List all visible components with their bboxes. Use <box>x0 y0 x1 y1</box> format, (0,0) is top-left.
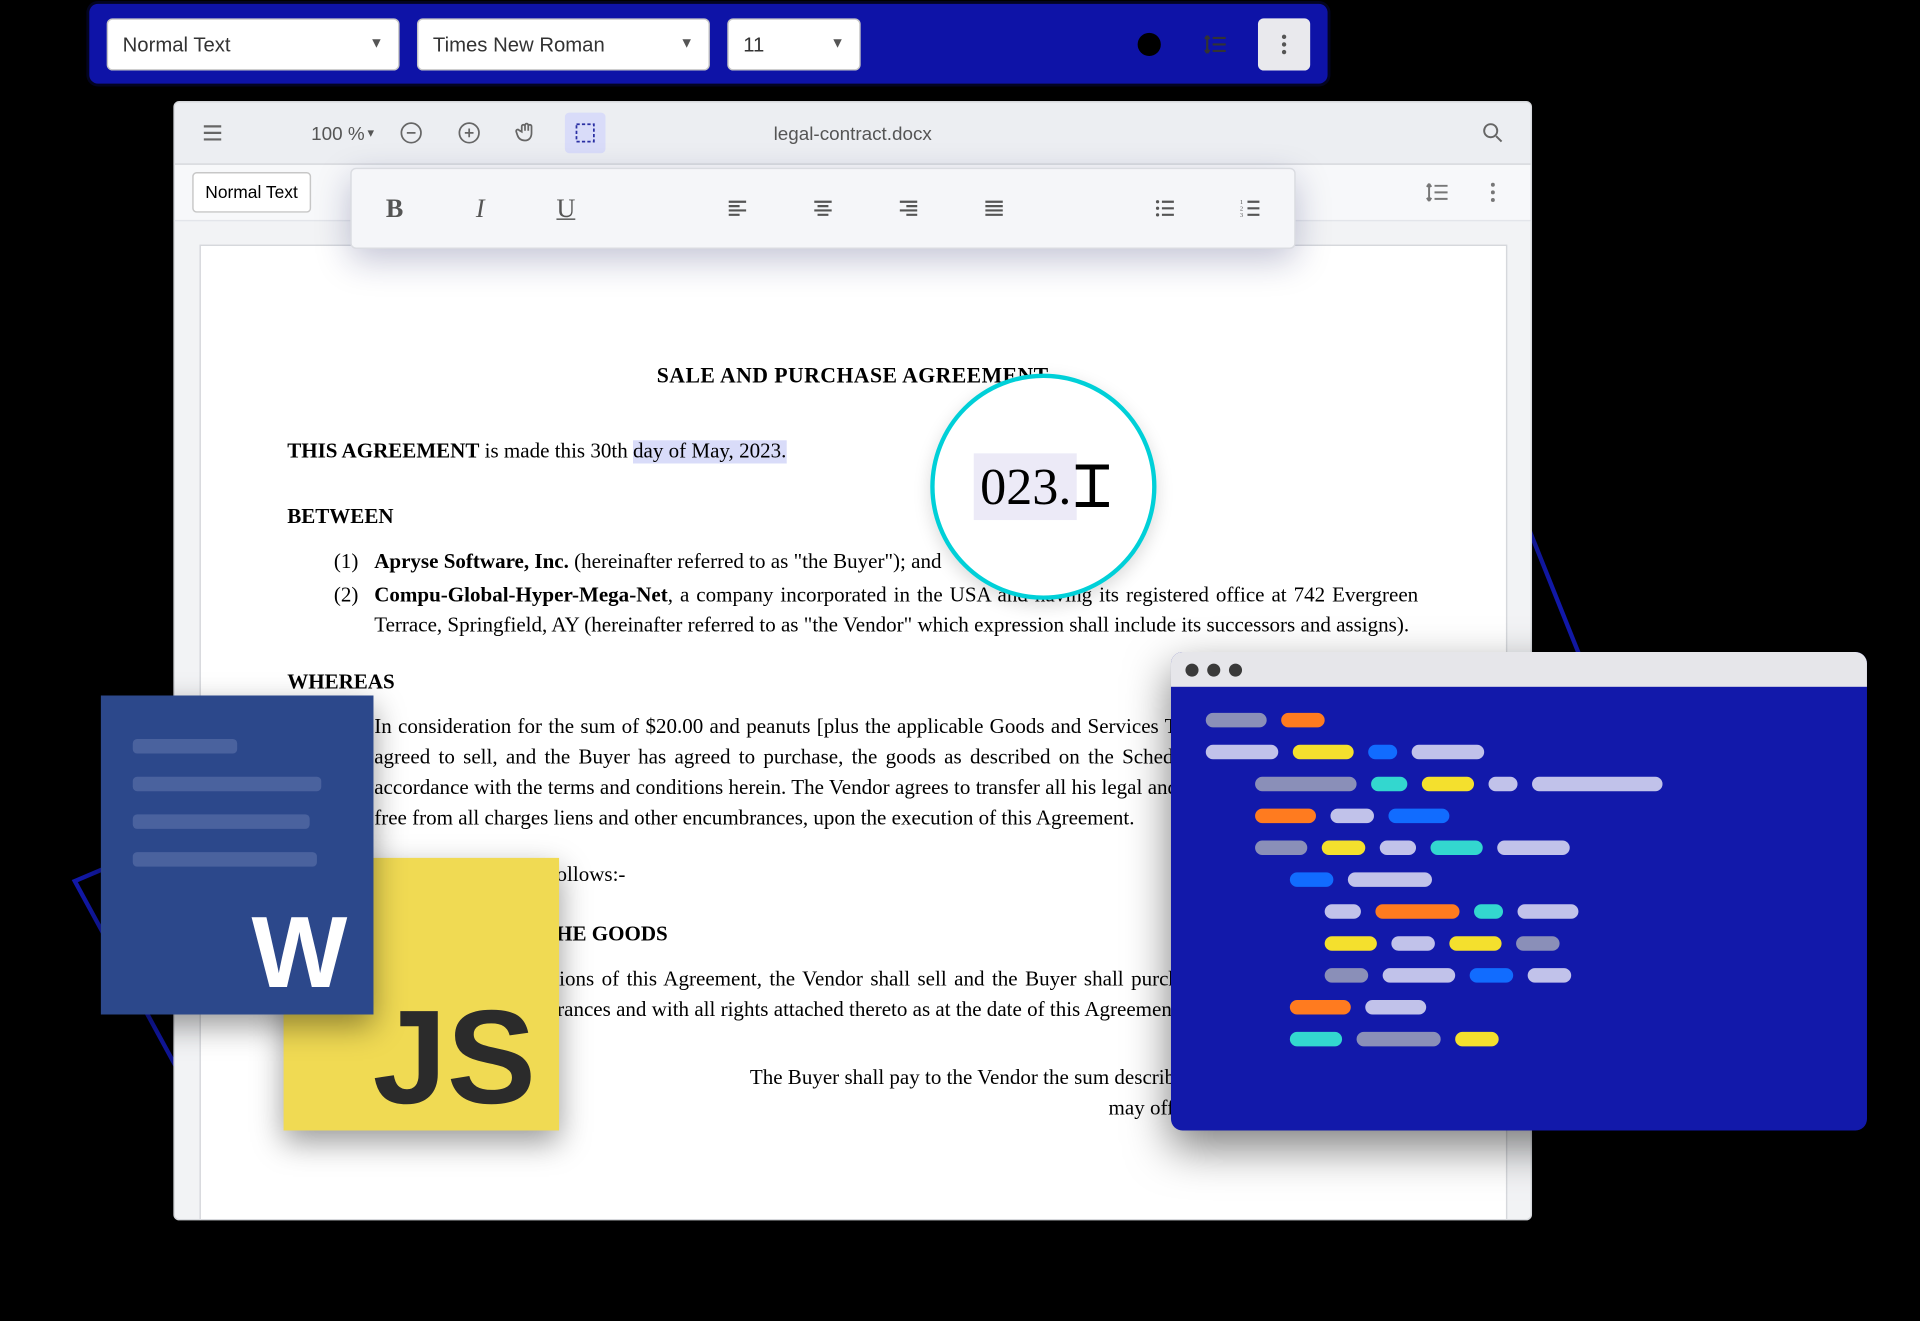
align-right-icon <box>895 195 921 221</box>
party2-name: Compu-Global-Hyper-Mega-Net <box>374 583 668 606</box>
zoom-out-button[interactable] <box>391 112 432 153</box>
zoom-value: 100 % <box>311 122 364 144</box>
parties-list: Apryse Software, Inc. (hereinafter refer… <box>287 547 1418 641</box>
align-right-button[interactable] <box>887 186 931 230</box>
text-magnifier: 023.Ꮖ <box>930 373 1156 599</box>
code-line <box>1206 904 1832 919</box>
code-editor-window <box>1171 652 1867 1131</box>
text-color-button[interactable] <box>1125 19 1174 68</box>
kebab-icon <box>1271 30 1297 56</box>
party1-desc: (hereinafter referred to as "the Buyer")… <box>569 550 942 573</box>
document-filename: legal-contract.docx <box>774 122 932 144</box>
menu-button[interactable] <box>192 112 233 153</box>
code-line <box>1206 872 1832 887</box>
plus-circle-icon <box>457 119 483 145</box>
code-line <box>1206 776 1832 791</box>
search-button[interactable] <box>1473 112 1514 153</box>
word-document-badge: W <box>101 695 374 1014</box>
code-line <box>1206 840 1832 855</box>
code-line <box>1206 936 1832 951</box>
text-cursor-icon: Ꮖ <box>1074 452 1112 520</box>
intro-text: is made this 30th <box>479 439 633 462</box>
hamburger-icon <box>199 119 225 145</box>
intro-paragraph: THIS AGREEMENT is made this 30th day of … <box>287 437 1418 467</box>
line-spacing-button[interactable] <box>1191 19 1240 68</box>
badge-line <box>133 852 317 867</box>
bullet-list-icon <box>1152 195 1178 221</box>
code-line <box>1206 808 1832 823</box>
code-line <box>1206 968 1832 983</box>
code-window-titlebar <box>1171 652 1867 687</box>
kebab-icon <box>1480 179 1506 205</box>
list-item: Apryse Software, Inc. (hereinafter refer… <box>374 547 1418 577</box>
chevron-down-icon: ▼ <box>680 35 694 51</box>
align-center-button[interactable] <box>801 186 845 230</box>
more-button-2[interactable] <box>1473 172 1514 213</box>
selected-text[interactable]: day of May, 2023. <box>633 439 786 462</box>
hand-icon <box>515 119 541 145</box>
line-spacing-icon <box>1425 179 1451 205</box>
chevron-down-icon: ▼ <box>830 35 844 51</box>
align-justify-button[interactable] <box>972 186 1016 230</box>
floating-format-toolbar: B I U 123 <box>350 167 1295 248</box>
align-center-icon <box>810 195 836 221</box>
between-heading: BETWEEN <box>287 502 1418 532</box>
underline-button[interactable]: U <box>544 186 588 230</box>
code-line <box>1206 1031 1832 1046</box>
numbered-list-icon: 123 <box>1238 195 1264 221</box>
marquee-select-button[interactable] <box>565 112 606 153</box>
magnified-text: 023. <box>974 453 1077 520</box>
js-letters: JS <box>373 991 536 1124</box>
align-left-icon <box>724 195 750 221</box>
italic-button[interactable]: I <box>458 186 502 230</box>
font-family-label: Times New Roman <box>433 32 605 55</box>
window-control-dot <box>1229 662 1242 675</box>
code-line <box>1206 712 1832 727</box>
code-body <box>1171 686 1867 1089</box>
document-title: SALE AND PURCHASE AGREEMENT <box>287 362 1418 394</box>
zoom-level-display[interactable]: 100 % ▾ <box>311 122 374 144</box>
font-size-select[interactable]: 11 ▼ <box>727 17 860 69</box>
svg-text:2: 2 <box>1240 205 1243 212</box>
chevron-down-icon: ▼ <box>369 35 383 51</box>
list-item: Compu-Global-Hyper-Mega-Net, a company i… <box>374 580 1418 641</box>
badge-line <box>133 776 321 791</box>
numbered-list-button[interactable]: 123 <box>1229 186 1273 230</box>
paragraph-style-label: Normal Text <box>123 32 231 55</box>
svg-text:3: 3 <box>1240 211 1243 218</box>
paragraph-style-select[interactable]: Normal Text ▼ <box>107 17 400 69</box>
minus-circle-icon <box>399 119 425 145</box>
more-options-button[interactable] <box>1258 17 1310 69</box>
badge-line <box>133 814 310 829</box>
window-control-dot <box>1185 662 1198 675</box>
font-size-label: 11 <box>743 32 764 55</box>
secondary-style-select[interactable]: Normal Text <box>192 172 311 213</box>
bold-button[interactable]: B <box>373 186 417 230</box>
search-icon <box>1480 119 1506 145</box>
party1-name: Apryse Software, Inc. <box>374 550 569 573</box>
align-left-button[interactable] <box>715 186 759 230</box>
selection-icon <box>573 119 599 145</box>
code-line <box>1206 744 1832 759</box>
badge-line <box>133 739 237 754</box>
intro-bold: THIS AGREEMENT <box>287 439 479 462</box>
style-toolbar: Normal Text ▼ Times New Roman ▼ 11 ▼ <box>89 3 1327 83</box>
color-swatch-icon <box>1138 32 1161 55</box>
pan-tool-button[interactable] <box>507 112 548 153</box>
line-spacing-icon <box>1203 30 1229 56</box>
word-w-letter: W <box>252 901 348 1003</box>
viewer-toolbar: 100 % ▾ legal-contract.docx <box>175 102 1531 164</box>
zoom-in-button[interactable] <box>449 112 490 153</box>
align-justify-icon <box>981 195 1007 221</box>
chevron-down-icon: ▾ <box>367 124 374 140</box>
bullet-list-button[interactable] <box>1144 186 1188 230</box>
code-line <box>1206 1000 1832 1015</box>
window-control-dot <box>1207 662 1220 675</box>
svg-text:1: 1 <box>1240 198 1243 205</box>
font-family-select[interactable]: Times New Roman ▼ <box>417 17 710 69</box>
secondary-style-label: Normal Text <box>205 182 298 202</box>
line-spacing-button-2[interactable] <box>1417 172 1458 213</box>
